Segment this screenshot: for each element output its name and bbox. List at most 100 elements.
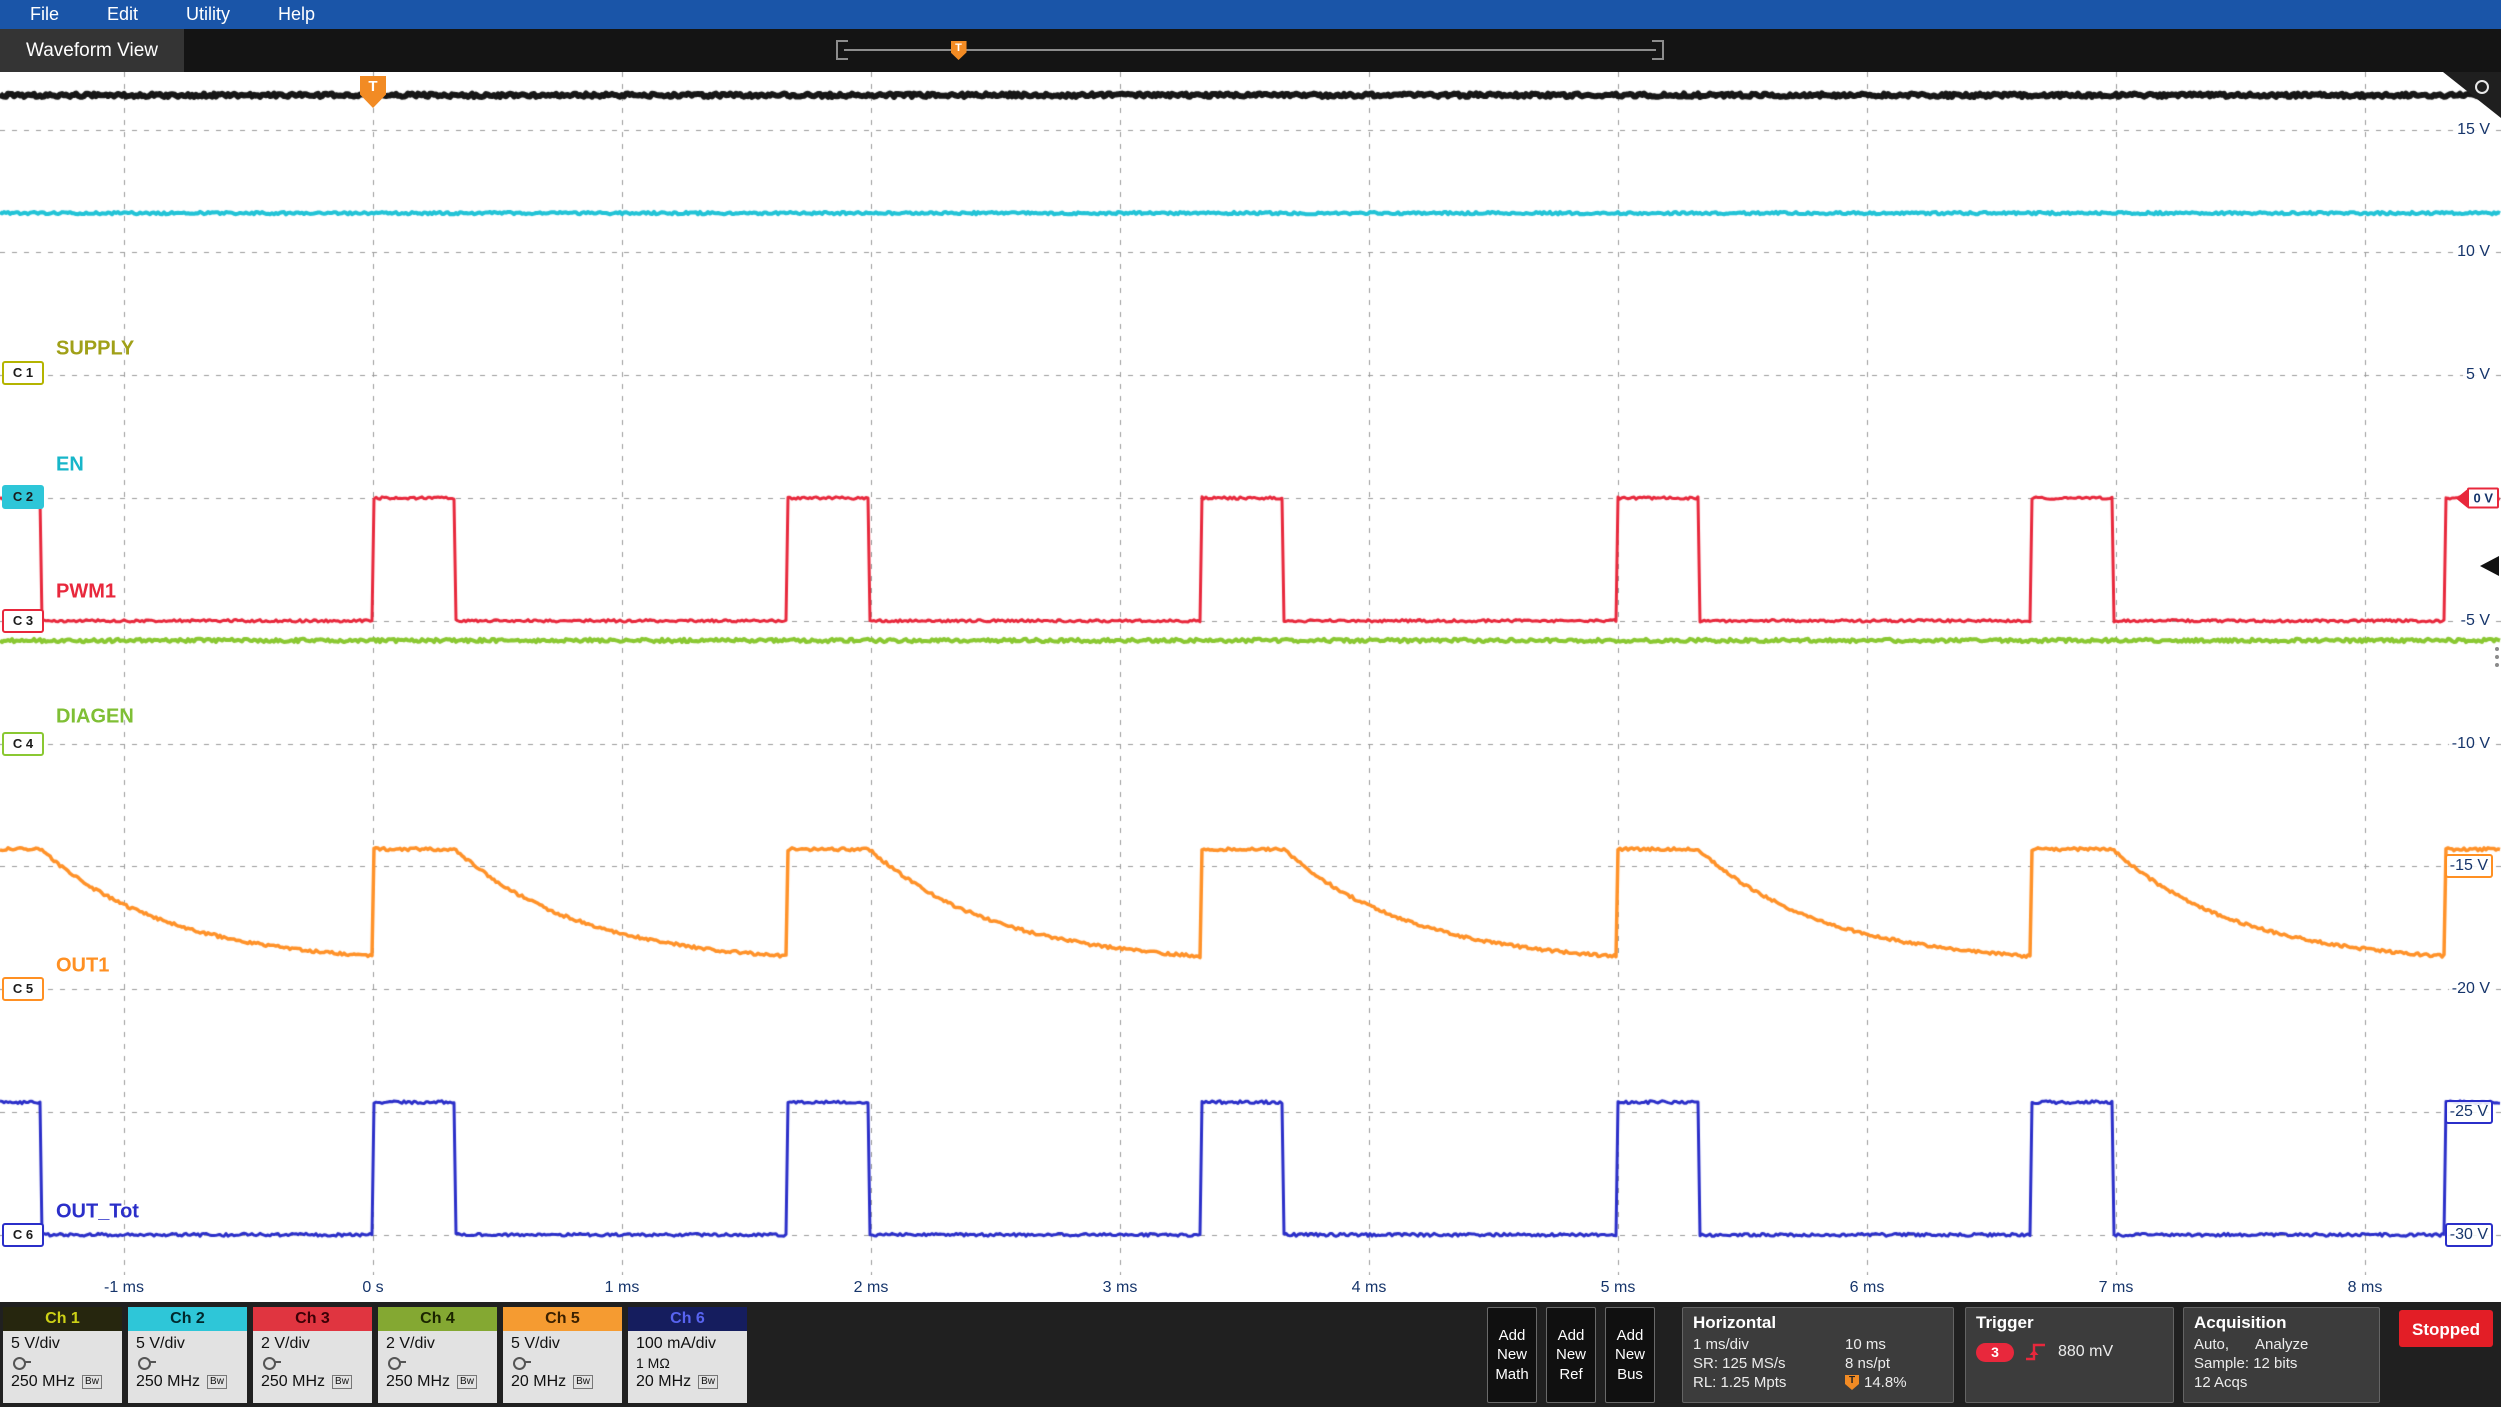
channel-tag-c3[interactable]: C 3 <box>2 609 44 633</box>
bandwidth-value: 250 MHz <box>386 1373 450 1391</box>
drag-handle-dots-icon[interactable] <box>2495 647 2499 667</box>
x-axis-label-2: 1 ms <box>605 1279 640 1297</box>
channel-badge-label: Ch 4 <box>378 1307 497 1331</box>
channel-badge-ch3[interactable]: Ch 32 V/div250 MHzBw <box>253 1307 372 1403</box>
y-axis-label-1: 10 V <box>2454 242 2493 262</box>
probe-icon <box>263 1357 276 1370</box>
menu-item-utility[interactable]: Utility <box>162 4 254 25</box>
bandwidth-limit-chip: Bw <box>457 1375 477 1389</box>
menu-item-edit[interactable]: Edit <box>83 4 162 25</box>
channel-tag-c5[interactable]: C 5 <box>2 977 44 1001</box>
bandwidth-value: 20 MHz <box>636 1373 691 1391</box>
channel-probe-row <box>386 1353 489 1373</box>
x-axis-label-1: 0 s <box>362 1279 383 1297</box>
menu-item-file[interactable]: File <box>6 4 83 25</box>
trace-label-en: EN <box>56 454 84 477</box>
y-axis-label-6: -20 V <box>2449 979 2493 999</box>
channel-scale: 5 V/div <box>136 1335 239 1353</box>
probe-icon <box>513 1357 526 1370</box>
probe-icon <box>13 1357 26 1370</box>
run-stop-status-button[interactable]: Stopped <box>2399 1310 2493 1347</box>
trigger-settings-panel[interactable]: Trigger 3 880 mV <box>1965 1307 2174 1403</box>
bottom-settings-bar: Ch 15 V/div250 MHzBwCh 25 V/div250 MHzBw… <box>0 1302 2501 1407</box>
trigger-position-flag-icon: T <box>1845 1375 1859 1390</box>
channel-badge-ch6[interactable]: Ch 6100 mA/div1 MΩ20 MHzBw <box>628 1307 747 1403</box>
bandwidth-limit-chip: Bw <box>82 1375 102 1389</box>
acquisition-panel-title: Acquisition <box>2194 1313 2369 1333</box>
channel-badge-ch5[interactable]: Ch 55 V/div20 MHzBw <box>503 1307 622 1403</box>
ground-reference-arrow-icon[interactable] <box>2480 556 2499 576</box>
zoom-circle-icon <box>2475 80 2489 94</box>
bandwidth-limit-chip: Bw <box>207 1375 227 1389</box>
channel-badge-body: 5 V/div250 MHzBw <box>3 1331 122 1403</box>
channel-probe-row <box>261 1353 364 1373</box>
channel-badge-label: Ch 3 <box>253 1307 372 1331</box>
horizontal-scale: 1 ms/div <box>1693 1336 1845 1353</box>
channel-probe-row <box>11 1353 114 1373</box>
bandwidth-limit-chip: Bw <box>698 1375 718 1389</box>
channel-badge-ch2[interactable]: Ch 25 V/div250 MHzBw <box>128 1307 247 1403</box>
channel-tag-c4[interactable]: C 4 <box>2 732 44 756</box>
probe-icon <box>138 1357 151 1370</box>
channel-badge-ch4[interactable]: Ch 4 2 V/div 250 MHz Bw <box>378 1307 497 1403</box>
x-axis-label-4: 3 ms <box>1103 1279 1138 1297</box>
trigger-level-value: 0 V <box>2467 488 2499 509</box>
x-axis-label-6: 5 ms <box>1601 1279 1636 1297</box>
acquisition-sample: Sample: 12 bits <box>2194 1355 2369 1372</box>
x-axis-label-5: 4 ms <box>1352 1279 1387 1297</box>
channel-badges: Ch 15 V/div250 MHzBwCh 25 V/div250 MHzBw… <box>3 1307 747 1403</box>
channel-tag-c1[interactable]: C 1 <box>2 361 44 385</box>
menu-bar: FileEditUtilityHelp <box>0 0 2501 29</box>
sample-resolution: 8 ns/pt <box>1845 1355 1943 1372</box>
horizontal-window: 10 ms <box>1845 1336 1943 1353</box>
channel-probe-row <box>511 1353 614 1373</box>
y-axis-label-0: 15 V <box>2454 120 2493 140</box>
trigger-values: 3 880 mV <box>1976 1342 2163 1362</box>
channel-tag-c6[interactable]: C 6 <box>2 1223 44 1247</box>
menu-item-help[interactable]: Help <box>254 4 339 25</box>
channel-impedance: 1 MΩ <box>636 1353 739 1373</box>
channel-bandwidth: 250 MHzBw <box>261 1373 364 1391</box>
waveform-display[interactable] <box>0 72 2501 1275</box>
bandwidth-value: 250 MHz <box>136 1373 200 1391</box>
zoom-corner-handle-icon[interactable] <box>2443 72 2501 118</box>
channel-badge-body: 2 V/div 250 MHz Bw <box>378 1331 497 1403</box>
bandwidth-value: 250 MHz <box>261 1373 325 1391</box>
channel-scale: 5 V/div <box>511 1335 614 1353</box>
add-new-math-button[interactable]: Add New Math <box>1487 1307 1537 1403</box>
bandwidth-value: 250 MHz <box>11 1373 75 1391</box>
channel-badge-label: Ch 6 <box>628 1307 747 1331</box>
trace-label-pwm1: PWM1 <box>56 581 116 604</box>
trace-label-diagen: DIAGEN <box>56 706 134 729</box>
add-new-bus-button[interactable]: Add New Bus <box>1605 1307 1655 1403</box>
trigger-level-arrow-icon <box>2456 489 2467 507</box>
channel-bandwidth: 250 MHz Bw <box>136 1373 239 1391</box>
acquisition-mode: Auto, <box>2194 1336 2229 1353</box>
horizontal-settings-panel[interactable]: Horizontal 1 ms/div 10 ms SR: 125 MS/s 8… <box>1682 1307 1954 1403</box>
tab-bar: Waveform View T <box>0 29 2501 72</box>
y-axis-label-3: -5 V <box>2458 611 2493 631</box>
minimap-right-bracket <box>1652 40 1664 60</box>
trace-label-out1: OUT1 <box>56 955 109 978</box>
y-axis-label-4: -10 V <box>2449 734 2493 754</box>
channel-badge-ch1[interactable]: Ch 15 V/div250 MHzBw <box>3 1307 122 1403</box>
trigger-position-cell: T 14.8% <box>1845 1374 1943 1391</box>
x-axis-label-3: 2 ms <box>854 1279 889 1297</box>
x-axis-label-9: 8 ms <box>2348 1279 2383 1297</box>
trigger-position-value: 14.8% <box>1864 1374 1907 1391</box>
channel-tag-c2[interactable]: C 2 <box>2 485 44 509</box>
y-axis-label-5: -15 V <box>2445 854 2493 878</box>
channel-scale: 2 V/div <box>386 1335 489 1353</box>
add-buttons: Add New MathAdd New RefAdd New Bus <box>1487 1307 1655 1403</box>
add-new-ref-button[interactable]: Add New Ref <box>1546 1307 1596 1403</box>
x-axis-label-8: 7 ms <box>2099 1279 2134 1297</box>
acquisition-settings-panel[interactable]: Acquisition Auto, Analyze Sample: 12 bit… <box>2183 1307 2380 1403</box>
tab-waveform-view[interactable]: Waveform View <box>0 29 184 72</box>
channel-badge-body: 5 V/div20 MHzBw <box>503 1331 622 1403</box>
trigger-level-marker[interactable]: 0 V <box>2456 488 2499 509</box>
y-axis-label-8: -30 V <box>2445 1223 2493 1247</box>
horizontal-position-minimap[interactable]: T <box>836 40 1664 60</box>
sample-rate: SR: 125 MS/s <box>1693 1355 1845 1372</box>
minimap-trigger-marker-icon[interactable]: T <box>951 41 967 60</box>
trigger-panel-title: Trigger <box>1976 1313 2163 1333</box>
